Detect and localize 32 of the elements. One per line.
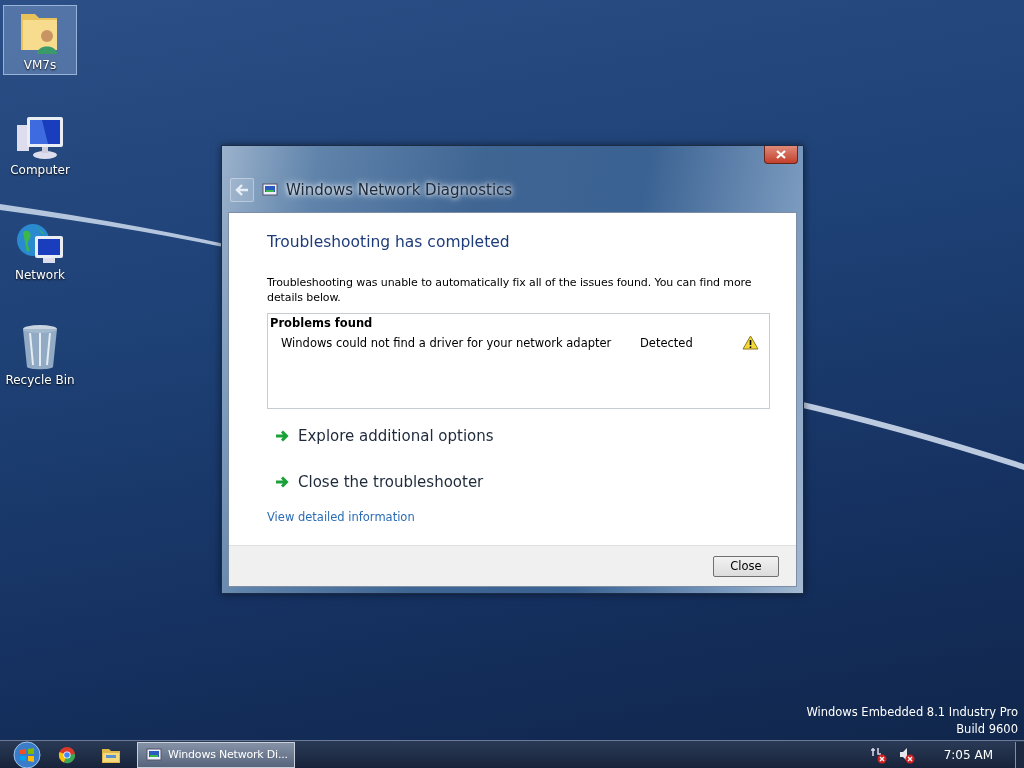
- desktop-icon[interactable]: Recycle Bin: [3, 320, 77, 390]
- network-diagnostics-icon: [146, 747, 162, 762]
- arrow-right-icon: [275, 476, 289, 488]
- desktop-icon[interactable]: Network: [3, 215, 77, 285]
- arrow-left-icon: [235, 184, 249, 196]
- close-dialog-button[interactable]: Close: [713, 555, 779, 577]
- message-text: Troubleshooting was unable to automatically fix all of the issues found. You can find more details below.: [267, 275, 753, 305]
- show-desktop-button[interactable]: [1015, 741, 1024, 768]
- warning-icon: [742, 335, 759, 350]
- start-button[interactable]: [12, 740, 42, 768]
- desktop-icon[interactable]: VM7s: [3, 5, 77, 75]
- browser-icon[interactable]: [58, 745, 76, 764]
- problem-description: Windows could not find a driver for your network adapter: [281, 335, 613, 350]
- close-icon: [776, 150, 786, 159]
- clock[interactable]: 7:05 AM: [943, 747, 993, 762]
- version-text: Windows Embedded 8.1 Industry Pro: [806, 705, 1018, 719]
- problem-status: Detected: [640, 335, 694, 350]
- version-text: Build 9600: [956, 722, 1018, 736]
- network-disconnected-icon[interactable]: [869, 745, 888, 764]
- command-link[interactable]: Explore additional options: [275, 425, 770, 447]
- computer-icon: [15, 115, 65, 161]
- heading: Troubleshooting has completed: [267, 233, 511, 251]
- desktop-icon[interactable]: Computer: [3, 110, 77, 180]
- taskbar-button[interactable]: Windows Network Di...: [137, 741, 295, 768]
- arrow-right-icon: [275, 430, 289, 442]
- close-button[interactable]: [764, 146, 798, 164]
- window-title: Windows Network Diagnostics: [286, 181, 513, 199]
- network-diagnostics-icon: [262, 183, 278, 197]
- command-link[interactable]: Close the troubleshooter: [275, 471, 770, 493]
- recycle-bin-icon: [20, 323, 60, 371]
- panel-title: Problems found: [270, 316, 374, 330]
- details-link[interactable]: View detailed information: [267, 510, 415, 524]
